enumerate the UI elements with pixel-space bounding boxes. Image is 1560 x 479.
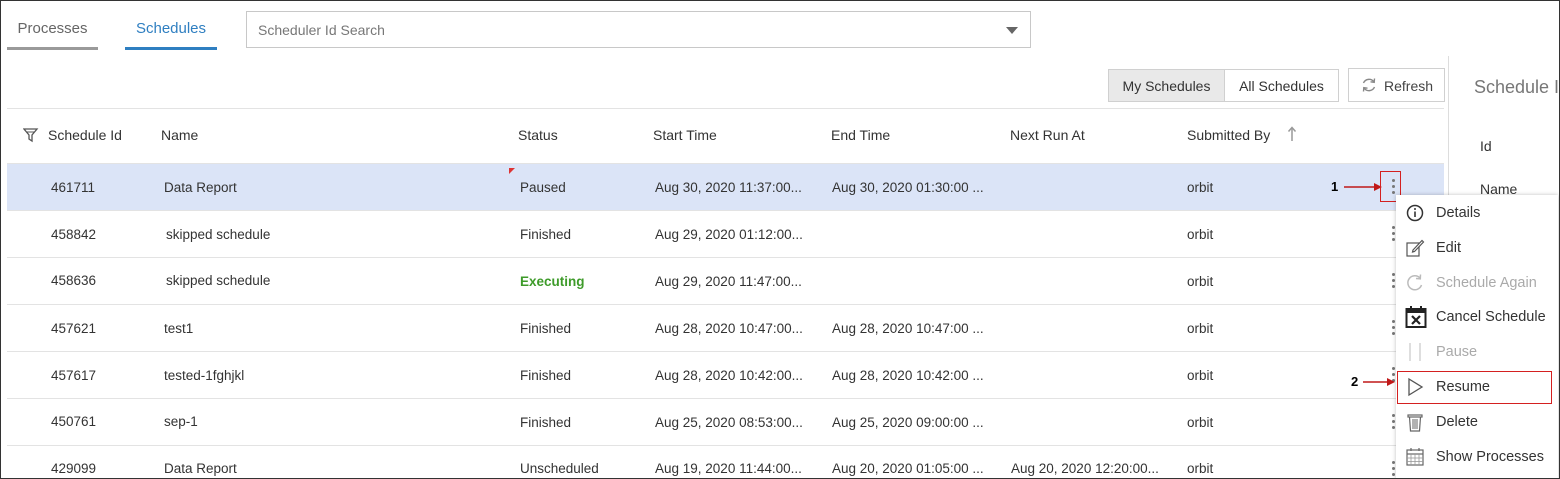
cell-name: sep-1 xyxy=(164,414,198,429)
cell-schedule-id: 450761 xyxy=(51,414,97,429)
menu-item-label: Show Processes xyxy=(1436,449,1544,465)
pause-icon xyxy=(1409,343,1421,361)
cell-start-time: Aug 25, 2020 08:53:00... xyxy=(655,415,803,430)
cell-name: Data Report xyxy=(164,461,237,476)
menu-item-schedule-again[interactable]: Schedule Again xyxy=(1396,266,1558,301)
cell-schedule-id: 461711 xyxy=(51,180,96,195)
cell-submitted-by: orbit xyxy=(1187,461,1214,476)
refresh-label: Refresh xyxy=(1384,78,1434,94)
cell-submitted-by: orbit xyxy=(1187,321,1214,336)
menu-item-pause[interactable]: Pause xyxy=(1396,335,1558,370)
column-header-end-time[interactable]: End Time xyxy=(831,127,890,143)
tab-processes[interactable]: Processes xyxy=(7,11,98,50)
calendar-cancel-icon xyxy=(1405,306,1427,328)
cell-schedule-id: 429099 xyxy=(51,461,97,476)
cell-start-time: Aug 28, 2020 10:47:00... xyxy=(655,321,803,336)
side-panel-id-label: Id xyxy=(1480,138,1492,154)
flag-marker xyxy=(509,168,515,174)
calendar-icon xyxy=(1406,448,1424,466)
repeat-icon xyxy=(1407,274,1423,291)
column-header-submitted-by[interactable]: Submitted By xyxy=(1187,127,1270,143)
cell-schedule-id: 458636 xyxy=(51,273,97,288)
cell-status: Finished xyxy=(520,227,572,242)
cell-schedule-id: 457621 xyxy=(51,321,97,336)
cell-status: Paused xyxy=(520,180,566,195)
annotation-highlight-box xyxy=(1397,371,1552,404)
app-window: Processes Schedules My Schedules All Sch… xyxy=(0,0,1560,479)
menu-item-cancel-schedule[interactable]: Cancel Schedule xyxy=(1396,300,1558,335)
all-schedules-button[interactable]: All Schedules xyxy=(1224,69,1339,102)
cell-end-time: Aug 25, 2020 09:00:00 ... xyxy=(832,415,984,430)
menu-item-edit[interactable]: Edit xyxy=(1396,231,1558,266)
table-row[interactable]: 450761 sep-1 Finished Aug 25, 2020 08:53… xyxy=(7,399,1444,445)
trash-icon xyxy=(1407,414,1423,432)
table-row[interactable]: 461711 Data Report Paused Aug 30, 2020 1… xyxy=(7,164,1444,210)
cell-end-time: Aug 28, 2020 10:42:00 ... xyxy=(832,368,984,383)
table-row[interactable]: 457617 tested-1fghjkl Finished Aug 28, 2… xyxy=(7,352,1444,398)
chevron-down-icon[interactable] xyxy=(1006,27,1018,34)
info-icon xyxy=(1406,204,1424,222)
side-panel-title: Schedule I xyxy=(1474,77,1560,97)
cell-schedule-id: 458842 xyxy=(51,227,97,242)
search-input[interactable] xyxy=(247,12,998,47)
menu-item-label: Pause xyxy=(1436,344,1478,360)
column-header-name[interactable]: Name xyxy=(161,127,198,143)
menu-item-label: Details xyxy=(1436,205,1481,221)
sort-ascending-icon[interactable] xyxy=(1287,126,1297,142)
table-row[interactable]: 429099 Data Report Unscheduled Aug 19, 2… xyxy=(7,446,1444,478)
cell-submitted-by: orbit xyxy=(1187,274,1214,289)
refresh-icon xyxy=(1362,78,1376,92)
divider xyxy=(7,108,1444,109)
edit-icon xyxy=(1406,239,1425,257)
cell-end-time: Aug 20, 2020 01:05:00 ... xyxy=(832,461,984,476)
cell-name: skipped schedule xyxy=(166,273,271,288)
cell-status: Finished xyxy=(520,321,572,336)
annotation-number-2: 2 xyxy=(1351,374,1359,389)
cell-status: Executing xyxy=(520,274,585,289)
column-header-status[interactable]: Status xyxy=(518,127,558,143)
cell-submitted-by: orbit xyxy=(1187,180,1214,195)
column-header-next-run-at[interactable]: Next Run At xyxy=(1010,127,1085,143)
cell-name: Data Report xyxy=(164,180,237,195)
cell-status: Finished xyxy=(520,415,572,430)
my-schedules-button[interactable]: My Schedules xyxy=(1108,69,1225,102)
cell-end-time: Aug 30, 2020 01:30:00 ... xyxy=(832,180,984,195)
cell-submitted-by: orbit xyxy=(1187,227,1214,242)
cell-schedule-id: 457617 xyxy=(51,368,97,383)
annotation-arrow-icon xyxy=(1363,378,1395,386)
menu-item-label: Cancel Schedule xyxy=(1436,309,1546,325)
cell-submitted-by: orbit xyxy=(1187,415,1214,430)
menu-item-label: Delete xyxy=(1436,414,1478,430)
cell-end-time: Aug 28, 2020 10:47:00 ... xyxy=(832,321,984,336)
menu-item-label: Edit xyxy=(1436,240,1461,256)
menu-item-label: Schedule Again xyxy=(1436,275,1537,291)
cell-submitted-by: orbit xyxy=(1187,368,1214,383)
scheduler-id-search[interactable] xyxy=(246,11,1031,48)
table-row[interactable]: 458842 skipped schedule Finished Aug 29,… xyxy=(7,211,1444,257)
cell-next-run: Aug 20, 2020 12:20:00... xyxy=(1011,461,1159,476)
menu-item-delete[interactable]: Delete xyxy=(1396,405,1558,440)
menu-item-details[interactable]: Details xyxy=(1396,196,1558,231)
row-actions-dropdown: Details Edit Schedule Again Cancel Sched… xyxy=(1396,195,1558,478)
filter-icon[interactable] xyxy=(23,128,39,143)
cell-start-time: Aug 28, 2020 10:42:00... xyxy=(655,368,803,383)
annotation-arrow-icon xyxy=(1344,183,1382,191)
cell-start-time: Aug 29, 2020 11:47:00... xyxy=(655,274,802,289)
cell-name: test1 xyxy=(164,321,194,336)
cell-start-time: Aug 30, 2020 11:37:00... xyxy=(655,180,802,195)
cell-start-time: Aug 19, 2020 11:44:00... xyxy=(655,461,802,476)
cell-name: skipped schedule xyxy=(166,227,271,242)
column-header-start-time[interactable]: Start Time xyxy=(653,127,717,143)
cell-status: Finished xyxy=(520,368,572,383)
annotation-number-1: 1 xyxy=(1331,179,1339,194)
menu-item-show-processes[interactable]: Show Processes xyxy=(1396,440,1558,475)
cell-start-time: Aug 29, 2020 01:12:00... xyxy=(655,227,803,242)
refresh-button[interactable]: Refresh xyxy=(1348,68,1445,102)
cell-status: Unscheduled xyxy=(520,461,599,476)
tab-schedules[interactable]: Schedules xyxy=(125,11,217,50)
column-header-schedule-id[interactable]: Schedule Id xyxy=(48,127,122,143)
cell-name: tested-1fghjkl xyxy=(164,368,245,383)
table-row[interactable]: 458636 skipped schedule Executing Aug 29… xyxy=(7,258,1444,304)
table-row[interactable]: 457621 test1 Finished Aug 28, 2020 10:47… xyxy=(7,305,1444,351)
